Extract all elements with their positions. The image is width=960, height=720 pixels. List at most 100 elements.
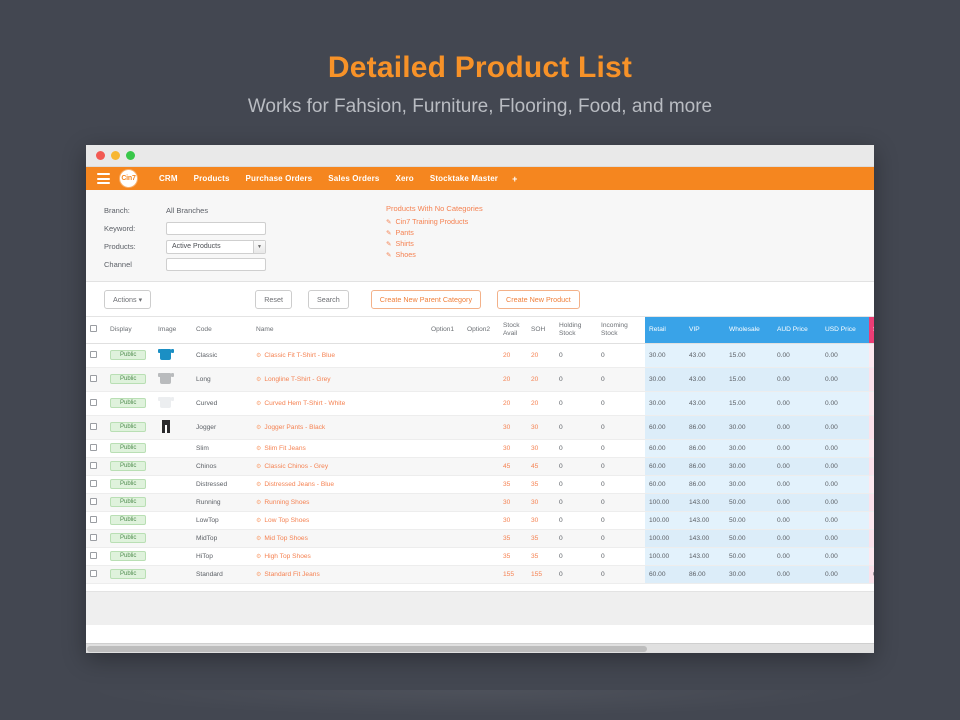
table-row[interactable]: Public LowTop ⚙ Low Top Shoes 30 30 0 0 100.00 14…	[86, 511, 874, 530]
select-all-checkbox[interactable]	[90, 324, 97, 332]
nav-item-xero[interactable]: Xero	[387, 174, 421, 183]
no-category-link-shirts[interactable]: ✎ Shirts	[386, 239, 483, 248]
row-select-cell[interactable]	[86, 415, 106, 440]
table-header-row: Display Image Code Name Option1 Option2 …	[86, 317, 874, 344]
col-name[interactable]: Name	[252, 317, 427, 344]
channel-input[interactable]	[166, 258, 266, 271]
col-wholesale[interactable]: Wholesale	[725, 317, 773, 344]
nav-item-products[interactable]: Products	[186, 174, 238, 183]
table-row[interactable]: Public Distressed ⚙ Distressed Jeans - Blue…	[86, 475, 874, 494]
col-retail[interactable]: Retail	[645, 317, 685, 344]
search-button[interactable]: Search	[307, 289, 349, 309]
keyword-input[interactable]	[166, 222, 266, 235]
table-row[interactable]: Public HiTop ⚙ High Top Shoes 35 35 0 0 100.00 14…	[86, 547, 874, 566]
products-select[interactable]: Active Products ▼	[166, 239, 266, 254]
row-select-cell[interactable]	[86, 565, 106, 584]
table-row[interactable]: Public Chinos ⚙ Classic Chinos - Grey 45 45 0 0…	[86, 457, 874, 476]
no-category-link-pants[interactable]: ✎ Pants	[386, 228, 483, 237]
scrollbar-thumb[interactable]	[87, 646, 647, 652]
display-cell: Public	[106, 367, 154, 392]
product-name-link[interactable]: ⚙ Jogger Pants - Black	[252, 415, 427, 440]
actions-dropdown-button[interactable]: Actions ▾	[104, 289, 152, 309]
table-row[interactable]: Public Standard ⚙ Standard Fit Jeans 155 155 0…	[86, 565, 874, 584]
row-select-cell[interactable]	[86, 391, 106, 416]
table-row[interactable]: Public Long ⚙ Longline T-Shirt - Grey 20 20 0 0…	[86, 367, 874, 392]
cin7-logo[interactable]: Cin7	[120, 170, 137, 187]
code-cell: Long	[192, 367, 252, 392]
row-checkbox[interactable]	[90, 497, 97, 505]
create-new-parent-category-button[interactable]: Create New Parent Category	[370, 289, 482, 309]
minimize-window-icon[interactable]	[111, 151, 120, 160]
display-cell: Public	[106, 511, 154, 530]
nav-item-crm[interactable]: CRM	[151, 174, 186, 183]
close-window-icon[interactable]	[96, 151, 105, 160]
product-name-link[interactable]: ⚙ Classic Chinos - Grey	[252, 457, 427, 476]
row-select-cell[interactable]	[86, 529, 106, 548]
row-checkbox[interactable]	[90, 350, 97, 358]
row-select-cell[interactable]	[86, 511, 106, 530]
product-name-link[interactable]: ⚙ Slim Fit Jeans	[252, 439, 427, 458]
row-select-cell[interactable]	[86, 343, 106, 368]
col-usd-price[interactable]: USD Price	[821, 317, 869, 344]
col-soh[interactable]: SOH	[527, 317, 555, 344]
row-checkbox[interactable]	[90, 479, 97, 487]
product-name-link[interactable]: ⚙ High Top Shoes	[252, 547, 427, 566]
row-checkbox[interactable]	[90, 443, 97, 451]
row-checkbox[interactable]	[90, 398, 97, 406]
product-table-container[interactable]: Display Image Code Name Option1 Option2 …	[86, 317, 874, 591]
row-select-cell[interactable]	[86, 457, 106, 476]
product-name-link[interactable]: ⚙ Curved Hem T-Shirt - White	[252, 391, 427, 416]
table-row[interactable]: Public Jogger ⚙ Jogger Pants - Black 30 30 0 0 6…	[86, 415, 874, 440]
add-tab-icon[interactable]: +	[506, 174, 523, 184]
table-row[interactable]: Public Slim ⚙ Slim Fit Jeans 30 30 0 0 60.00 86.0…	[86, 439, 874, 458]
product-name-link[interactable]: ⚙ Running Shoes	[252, 493, 427, 512]
aud-price-cell: 0.00	[773, 547, 821, 566]
col-image[interactable]: Image	[154, 317, 192, 344]
row-checkbox[interactable]	[90, 374, 97, 382]
hamburger-icon[interactable]	[97, 173, 110, 184]
col-code[interactable]: Code	[192, 317, 252, 344]
col-option1[interactable]: Option1	[427, 317, 463, 344]
no-category-link-cin7-training-products[interactable]: ✎ Cin7 Training Products	[386, 217, 483, 226]
table-row[interactable]: Public Running ⚙ Running Shoes 30 30 0 0 100.00 1…	[86, 493, 874, 512]
table-row[interactable]: Public Classic ⚙ Classic Fit T-Shirt - Blue…	[86, 343, 874, 368]
nav-item-purchase-orders[interactable]: Purchase Orders	[238, 174, 321, 183]
row-checkbox[interactable]	[90, 515, 97, 523]
row-select-cell[interactable]	[86, 547, 106, 566]
product-name-link[interactable]: ⚙ Mid Top Shoes	[252, 529, 427, 548]
product-name-link[interactable]: ⚙ Distressed Jeans - Blue	[252, 475, 427, 494]
row-select-cell[interactable]	[86, 367, 106, 392]
reset-button[interactable]: Reset	[255, 289, 292, 309]
row-checkbox[interactable]	[90, 461, 97, 469]
product-name-link[interactable]: ⚙ Standard Fit Jeans	[252, 565, 427, 584]
horizontal-scrollbar[interactable]	[86, 643, 874, 653]
nav-item-stocktake-master[interactable]: Stocktake Master	[422, 174, 506, 183]
col-special[interactable]: Special	[869, 317, 874, 344]
col-display[interactable]: Display	[106, 317, 154, 344]
row-select-cell[interactable]	[86, 493, 106, 512]
row-select-cell[interactable]	[86, 439, 106, 458]
nav-item-sales-orders[interactable]: Sales Orders	[320, 174, 387, 183]
option1-cell	[427, 367, 463, 392]
col-option2[interactable]: Option2	[463, 317, 499, 344]
row-checkbox[interactable]	[90, 533, 97, 541]
col-vip[interactable]: VIP	[685, 317, 725, 344]
no-category-link-shoes[interactable]: ✎ Shoes	[386, 250, 483, 259]
maximize-window-icon[interactable]	[126, 151, 135, 160]
row-checkbox[interactable]	[90, 551, 97, 559]
soh-cell: 20	[527, 343, 555, 368]
product-name-link[interactable]: ⚙ Low Top Shoes	[252, 511, 427, 530]
row-select-cell[interactable]	[86, 475, 106, 494]
row-checkbox[interactable]	[90, 569, 97, 577]
product-name-link[interactable]: ⚙ Classic Fit T-Shirt - Blue	[252, 343, 427, 368]
col-holding-stock[interactable]: Holding Stock	[555, 317, 597, 344]
col-incoming-stock[interactable]: Incoming Stock	[597, 317, 645, 344]
create-new-product-button[interactable]: Create New Product	[497, 289, 580, 309]
table-row[interactable]: Public Curved ⚙ Curved Hem T-Shirt - White 2…	[86, 391, 874, 416]
row-checkbox[interactable]	[90, 422, 97, 430]
select-all-header[interactable]	[86, 317, 106, 344]
col-stock-avail[interactable]: Stock Avail	[499, 317, 527, 344]
table-row[interactable]: Public MidTop ⚙ Mid Top Shoes 35 35 0 0 100.00 14…	[86, 529, 874, 548]
product-name-link[interactable]: ⚙ Longline T-Shirt - Grey	[252, 367, 427, 392]
col-aud-price[interactable]: AUD Price	[773, 317, 821, 344]
